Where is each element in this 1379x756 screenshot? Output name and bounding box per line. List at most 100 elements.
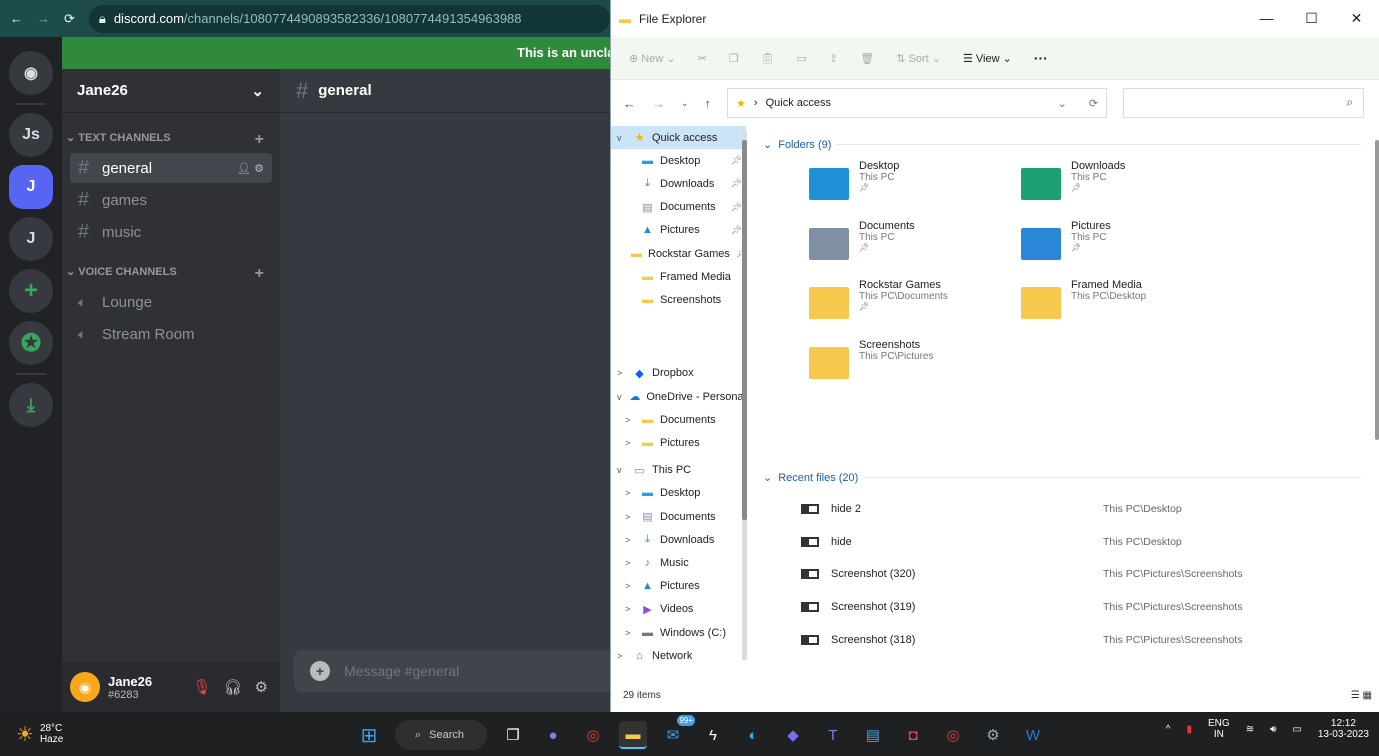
nav-item[interactable]: > ▬ Desktop bbox=[611, 482, 746, 505]
nav-item[interactable]: > ♪ Music bbox=[611, 551, 746, 574]
forward-icon[interactable]: → bbox=[37, 11, 50, 26]
word-icon[interactable]: W bbox=[1019, 721, 1047, 749]
gear-icon[interactable]: ⚙ bbox=[255, 678, 268, 696]
text-channels-category[interactable]: ⌄ TEXT CHANNELS + bbox=[62, 131, 280, 149]
nav-item[interactable]: > ▬ Windows (C:) bbox=[611, 621, 746, 644]
add-channel-icon[interactable]: + bbox=[255, 265, 264, 283]
task-view-icon[interactable]: ❐ bbox=[499, 721, 527, 749]
address-bar[interactable]: ★ › Quick access ⌄ ⟳ bbox=[727, 88, 1108, 118]
attach-plus-icon[interactable]: + bbox=[310, 661, 330, 681]
cut-icon[interactable]: ✂ bbox=[698, 52, 707, 65]
expand-chevron-icon[interactable]: > bbox=[625, 512, 635, 522]
sort-button[interactable]: ⇅ Sort ⌄ bbox=[896, 52, 941, 65]
up-icon[interactable]: ↑ bbox=[705, 96, 712, 111]
reload-icon[interactable]: ⟳ bbox=[64, 11, 75, 27]
nav-item[interactable]: > ▲ Pictures bbox=[611, 575, 746, 598]
expand-chevron-icon[interactable]: > bbox=[625, 581, 635, 591]
recent-file-row[interactable]: hide This PC\Desktop bbox=[801, 536, 1361, 548]
mute-mic-icon[interactable]: 🎙︎ bbox=[192, 678, 211, 696]
guild-header[interactable]: Jane26 ⌄ bbox=[62, 69, 280, 113]
edge-icon[interactable]: ◐ bbox=[739, 721, 767, 749]
file-explorer-icon[interactable]: ▬ bbox=[619, 721, 647, 749]
share-icon[interactable]: ⇪ bbox=[829, 52, 838, 65]
expand-chevron-icon[interactable]: v bbox=[617, 133, 627, 143]
nav-item[interactable]: v ☁ OneDrive - Personal bbox=[611, 385, 746, 408]
recent-file-row[interactable]: Screenshot (318) This PC\Pictures\Screens… bbox=[801, 634, 1361, 646]
folder-tile[interactable]: Screenshots This PC\Pictures bbox=[809, 335, 1009, 391]
nav-item[interactable]: > ◆ Dropbox bbox=[611, 362, 746, 385]
server-js[interactable]: Js bbox=[9, 113, 53, 157]
expand-chevron-icon[interactable]: > bbox=[625, 438, 635, 448]
settings-gear-icon[interactable]: ⚙ bbox=[979, 721, 1007, 749]
expand-chevron-icon[interactable]: > bbox=[625, 415, 635, 425]
expand-chevron-icon[interactable]: > bbox=[625, 628, 635, 638]
refresh-icon[interactable]: ⟳ bbox=[1089, 97, 1098, 110]
expand-chevron-icon[interactable]: > bbox=[625, 535, 635, 545]
weather-widget[interactable]: ☀ 28°C Haze bbox=[0, 722, 63, 747]
chrome-canary-icon[interactable]: ◎ bbox=[939, 721, 967, 749]
recent-section-header[interactable]: ⌄ Recent files (20) bbox=[751, 471, 1371, 485]
nav-item[interactable]: ▬ Screenshots bbox=[611, 288, 746, 311]
notepad-icon[interactable]: ▤ bbox=[859, 721, 887, 749]
back-icon[interactable]: ← bbox=[623, 96, 636, 111]
expand-chevron-icon[interactable]: > bbox=[617, 368, 627, 378]
nav-item[interactable]: ▬ Desktop 📌︎ bbox=[611, 149, 746, 172]
nav-item[interactable]: ▬ Framed Media bbox=[611, 265, 746, 288]
wifi-icon[interactable]: ≋ bbox=[1246, 724, 1254, 735]
nav-item[interactable]: > ▤ Documents bbox=[611, 505, 746, 528]
close-button[interactable]: ✕ bbox=[1334, 10, 1379, 27]
folder-tile[interactable]: Rockstar Games This PC\Documents 📌︎ bbox=[809, 275, 1009, 331]
search-input[interactable]: ⌕ bbox=[1123, 88, 1365, 118]
nav-item[interactable]: > ▶ Videos bbox=[611, 598, 746, 621]
add-channel-icon[interactable]: + bbox=[255, 131, 264, 149]
paste-icon[interactable]: 📋︎ bbox=[761, 52, 775, 65]
folder-tile[interactable]: Framed Media This PC\Desktop bbox=[1021, 275, 1221, 331]
voice-channel-stream-room[interactable]: 🔈︎ Stream Room bbox=[70, 319, 272, 349]
back-icon[interactable]: ← bbox=[10, 11, 23, 26]
nav-item[interactable]: ▤ Documents 📌︎ bbox=[611, 196, 746, 219]
channel-general[interactable]: # general 👤︎ ⚙ bbox=[70, 153, 272, 183]
discord-home-icon[interactable]: ◉ bbox=[9, 51, 53, 95]
expand-chevron-icon[interactable]: > bbox=[617, 651, 627, 661]
headphones-icon[interactable]: 🎧︎ bbox=[224, 678, 243, 696]
add-server-icon[interactable]: + bbox=[9, 269, 53, 313]
recent-file-row[interactable]: hide 2 This PC\Desktop bbox=[801, 503, 1361, 515]
bing-icon[interactable]: ◆ bbox=[779, 721, 807, 749]
maximize-button[interactable]: ☐ bbox=[1289, 10, 1334, 27]
nav-item[interactable]: v ★ Quick access bbox=[611, 126, 746, 150]
explore-compass-icon[interactable]: ✪ bbox=[9, 321, 53, 365]
content-scrollbar[interactable] bbox=[1375, 140, 1379, 440]
server-j[interactable]: J bbox=[9, 217, 53, 261]
recent-file-row[interactable]: Screenshot (319) This PC\Pictures\Screens… bbox=[801, 601, 1361, 613]
avatar[interactable]: ◉ bbox=[70, 672, 100, 702]
expand-chevron-icon[interactable]: > bbox=[625, 488, 635, 498]
teams-icon[interactable]: T bbox=[819, 721, 847, 749]
taskbar-search[interactable]: ⌕ Search bbox=[395, 720, 487, 750]
nav-item[interactable]: ▲ Pictures 📌︎ bbox=[611, 219, 746, 242]
battery-icon[interactable]: ▭ bbox=[1292, 724, 1301, 735]
expand-chevron-icon[interactable]: v bbox=[617, 392, 623, 402]
folder-tile[interactable]: Downloads This PC 📌︎ bbox=[1021, 156, 1221, 212]
minimize-button[interactable]: — bbox=[1244, 10, 1289, 27]
language-indicator[interactable]: ENG IN bbox=[1208, 718, 1230, 740]
pocket-icon[interactable]: ◘ bbox=[899, 721, 927, 749]
folders-section-header[interactable]: ⌄ Folders (9) bbox=[751, 138, 1371, 152]
channel-games[interactable]: # games bbox=[70, 185, 272, 215]
rename-icon[interactable]: ▭ bbox=[797, 52, 807, 65]
delete-icon[interactable]: 🗑︎ bbox=[860, 52, 874, 65]
nav-item[interactable]: > ▬ Pictures bbox=[611, 431, 746, 454]
folder-tile[interactable]: Documents This PC 📌︎ bbox=[809, 216, 1009, 272]
expand-chevron-icon[interactable]: > bbox=[625, 558, 635, 568]
nav-item[interactable]: > ⌂ Network bbox=[611, 644, 746, 667]
nav-item[interactable]: ▬ Rockstar Games 📌︎ bbox=[611, 242, 746, 265]
view-button[interactable]: ☰ View ⌄ bbox=[963, 52, 1012, 65]
chevron-down-icon[interactable]: ⌄ bbox=[1058, 97, 1067, 110]
address-bar[interactable]: 🔒︎ discord.com/channels/10807744908935823… bbox=[88, 4, 610, 33]
new-button[interactable]: ⊕ New ⌄ bbox=[629, 52, 676, 65]
nav-item[interactable]: v ▭ This PC bbox=[611, 459, 746, 482]
nav-item[interactable]: ⤓ Downloads 📌︎ bbox=[611, 172, 746, 195]
nav-scrollbar[interactable] bbox=[742, 130, 747, 660]
copy-icon[interactable]: ❐ bbox=[729, 52, 739, 65]
voice-channel-lounge[interactable]: 🔈︎ Lounge bbox=[70, 287, 272, 317]
folder-tile[interactable]: Pictures This PC 📌︎ bbox=[1021, 216, 1221, 272]
